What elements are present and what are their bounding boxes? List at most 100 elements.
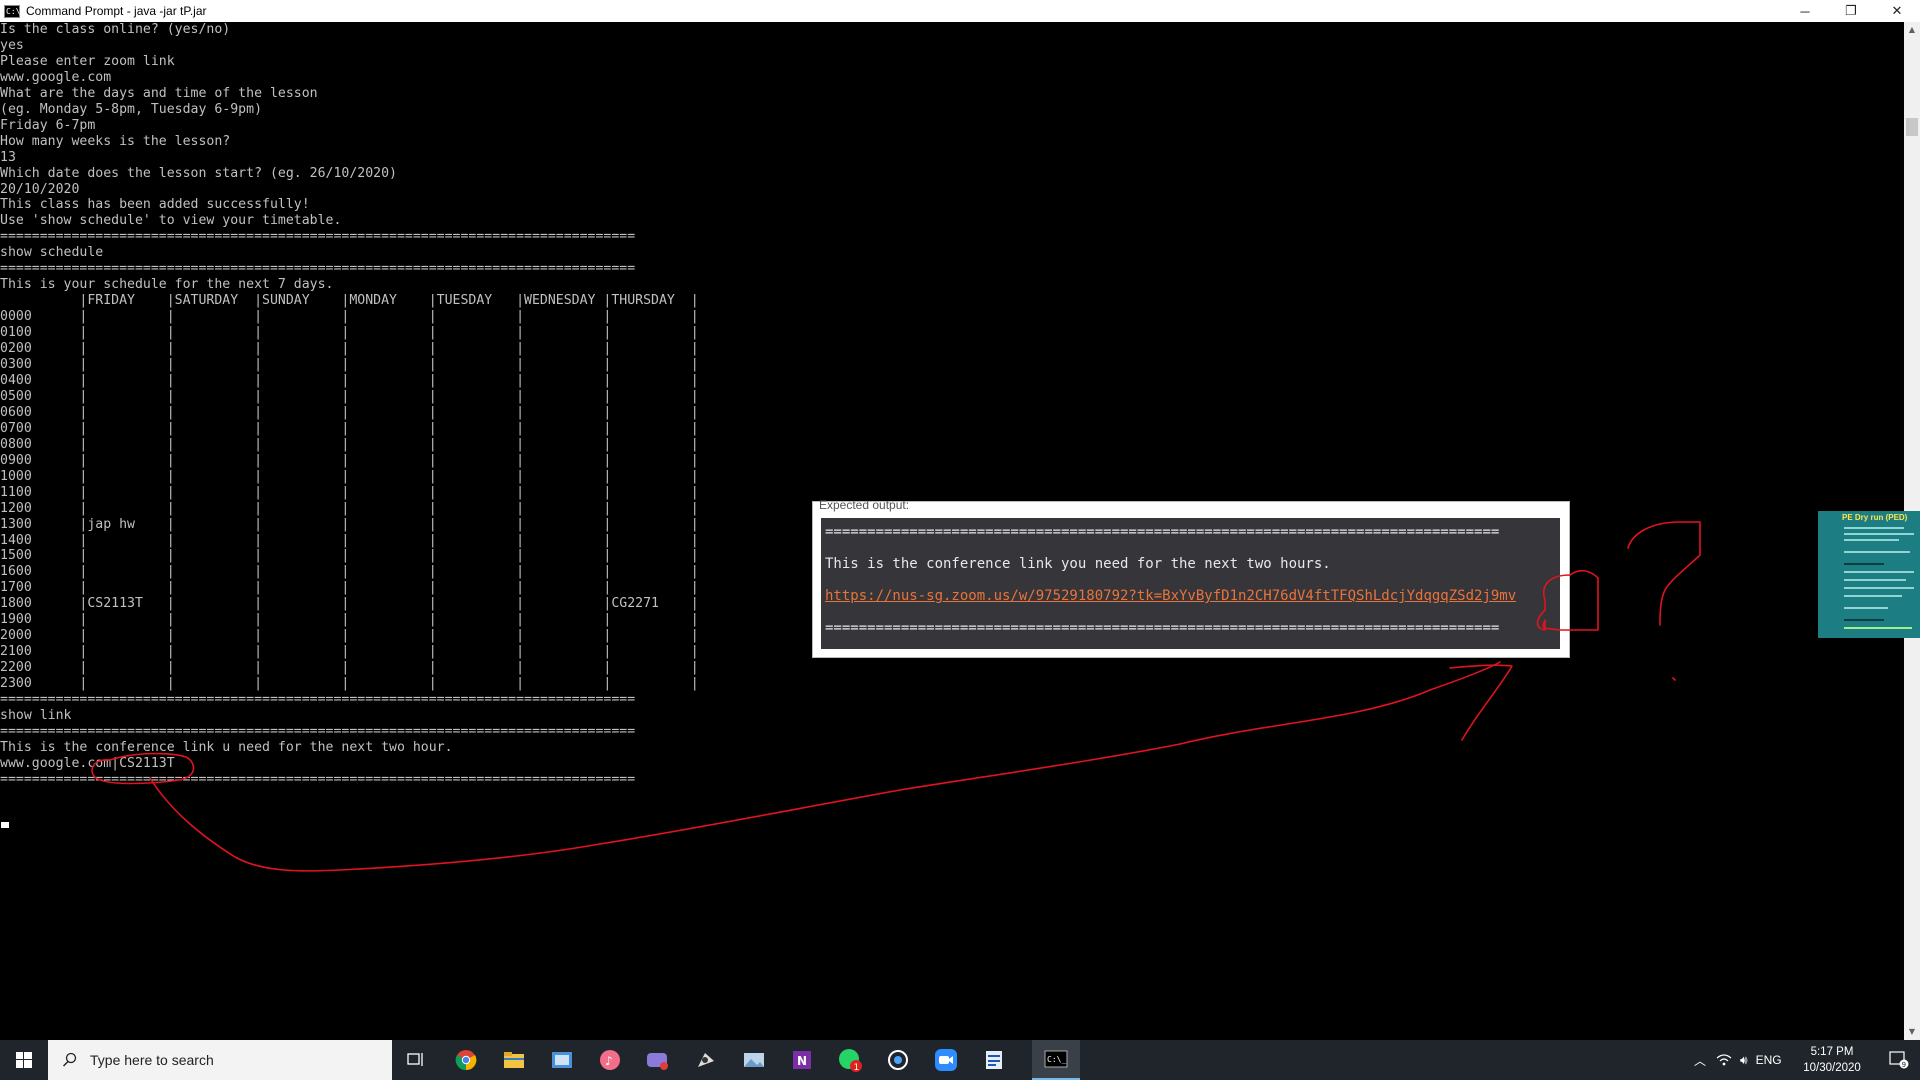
taskbar-command-prompt[interactable]: C:\_ xyxy=(1032,1040,1080,1080)
taskbar-game[interactable] xyxy=(634,1040,682,1080)
console-line: 0100 | | | | | | | | xyxy=(0,325,699,341)
console-line: 0700 | | | | | | | | xyxy=(0,420,699,436)
console-line: show schedule xyxy=(0,245,104,261)
terminal-icon: C:\_ xyxy=(1044,1050,1068,1068)
notification-icon: 9 xyxy=(1889,1051,1909,1069)
console-line: 1600 | | | | | | | | xyxy=(0,564,699,580)
console-line: (eg. Monday 5-8pm, Tuesday 6-9pm) xyxy=(0,101,263,117)
taskbar-onenote[interactable]: N xyxy=(778,1040,826,1080)
console-line: This class has been added successfully! xyxy=(0,197,310,213)
console-line: 2200 | | | | | | | | xyxy=(0,660,699,676)
console-line: 1900 | | | | | | | | xyxy=(0,612,699,628)
console-line: Friday 6-7pm xyxy=(0,117,96,133)
expected-zoom-link[interactable]: https://nus-sg.zoom.us/w/97529180792?tk=… xyxy=(825,588,1516,604)
volume-icon[interactable]: 🔊︎ xyxy=(1740,1053,1748,1068)
whatsapp-icon: 1 xyxy=(839,1049,862,1073)
console-line: ========================================… xyxy=(0,771,636,787)
console-line: show link xyxy=(0,707,72,723)
console-line: Which date does the lesson start? (eg. 2… xyxy=(0,165,397,181)
taskbar-outlook[interactable] xyxy=(538,1040,586,1080)
task-view-icon xyxy=(407,1053,423,1066)
console-line: 1100 | | | | | | | | xyxy=(0,484,699,500)
language-indicator[interactable]: ENG xyxy=(1756,1053,1782,1067)
console-line: 1300 |jap hw | | | | | | | xyxy=(0,516,699,532)
console-line: 0800 | | | | | | | | xyxy=(0,436,699,452)
taskbar-clock[interactable]: 5:17 PM 10/30/2020 xyxy=(1796,1044,1868,1076)
taskbar-zoom[interactable] xyxy=(922,1040,970,1080)
mail-app-icon xyxy=(552,1052,572,1068)
console-line: 0300 | | | | | | | | xyxy=(0,357,699,373)
taskbar-inkscape[interactable] xyxy=(682,1040,730,1080)
expected-output-screenshot: Expected output: =======================… xyxy=(812,498,1570,658)
window-title: Command Prompt - java -jar tP.jar xyxy=(26,4,207,18)
console-line: 1000 | | | | | | | | xyxy=(0,468,699,484)
scrollbar-thumb[interactable] xyxy=(1906,118,1918,136)
notification-center-button[interactable]: 9 xyxy=(1878,1040,1920,1080)
svg-text:N: N xyxy=(797,1054,807,1068)
svg-text:C:\_: C:\_ xyxy=(1047,1055,1066,1064)
console-line: yes xyxy=(0,37,24,53)
console-line: www.google.com xyxy=(0,69,112,85)
game-controller-icon xyxy=(647,1053,668,1070)
console-line: 1400 | | | | | | | | xyxy=(0,532,699,548)
wifi-icon[interactable] xyxy=(1716,1053,1732,1067)
windows-logo-icon xyxy=(16,1052,32,1068)
onenote-icon: N xyxy=(793,1051,811,1069)
console-line: 20/10/2020 xyxy=(0,181,80,197)
restore-button[interactable]: ❐ xyxy=(1828,0,1874,22)
document-editor-icon xyxy=(986,1051,1002,1069)
taskbar-notepad[interactable] xyxy=(970,1040,1018,1080)
chrome-icon xyxy=(455,1050,477,1071)
console-line: ========================================… xyxy=(0,261,636,277)
windows-taskbar: Type here to search ♪ N 1 C:\_ ︿ 🔊︎ ENG … xyxy=(0,1040,1920,1080)
console-line: This is your schedule for the next 7 day… xyxy=(0,277,334,293)
taskbar-search-box[interactable]: Type here to search xyxy=(48,1040,392,1080)
expected-rule-top: ========================================… xyxy=(825,524,1500,540)
thumbnail-title: PE Dry run (PED) xyxy=(1842,513,1908,522)
taskbar-chrome[interactable] xyxy=(442,1040,490,1080)
taskbar-file-explorer[interactable] xyxy=(490,1040,538,1080)
q-app-icon xyxy=(888,1050,908,1070)
console-line: 0200 | | | | | | | | xyxy=(0,341,699,357)
chevron-up-icon[interactable]: ︿ xyxy=(1694,1052,1706,1069)
console-cursor xyxy=(1,822,9,828)
console-line: ========================================… xyxy=(0,692,636,708)
console-line: 1500 | | | | | | | | xyxy=(0,548,699,564)
taskbar-itunes[interactable]: ♪ xyxy=(586,1040,634,1080)
taskbar-photos[interactable] xyxy=(730,1040,778,1080)
expected-message: This is the conference link you need for… xyxy=(825,556,1331,572)
console-line: 0600 | | | | | | | | xyxy=(0,404,699,420)
notification-count: 9 xyxy=(1902,1061,1906,1069)
console-line: 1800 |CS2113T | | | | | |CG2271 | xyxy=(0,596,699,612)
console-line: ========================================… xyxy=(0,723,636,739)
console-line: How many weeks is the lesson? xyxy=(0,133,231,149)
console-line: 2100 | | | | | | | | xyxy=(0,644,699,660)
search-placeholder: Type here to search xyxy=(90,1052,214,1068)
expected-output-label: Expected output: xyxy=(819,498,910,512)
minimize-button[interactable]: ─ xyxy=(1782,0,1828,22)
close-button[interactable]: ✕ xyxy=(1874,0,1920,22)
task-view-button[interactable] xyxy=(392,1040,440,1080)
console-line: 0000 | | | | | | | | xyxy=(0,309,699,325)
scroll-down-icon[interactable]: ▼ xyxy=(1904,1024,1920,1040)
console-line: Please enter zoom link xyxy=(0,53,175,69)
whatsapp-badge: 1 xyxy=(854,1063,860,1073)
search-icon xyxy=(63,1052,77,1067)
console-line: 0900 | | | | | | | | xyxy=(0,452,699,468)
console-line: 0500 | | | | | | | | xyxy=(0,388,699,404)
console-line: Is the class online? (yes/no) xyxy=(0,22,231,37)
taskbar-app-q[interactable] xyxy=(874,1040,922,1080)
taskbar-whatsapp[interactable]: 1 xyxy=(826,1040,874,1080)
clock-date: 10/30/2020 xyxy=(1803,1062,1861,1074)
slide-thumbnail[interactable]: PE Dry run (PED) xyxy=(1818,511,1920,638)
console-line: What are the days and time of the lesson xyxy=(0,85,318,101)
start-button[interactable] xyxy=(0,1040,48,1080)
scroll-up-icon[interactable]: ▲ xyxy=(1904,22,1920,38)
console-line: www.google.com|CS2113T xyxy=(0,755,175,771)
console-line: 13 xyxy=(0,149,16,165)
console-line: Use 'show schedule' to view your timetab… xyxy=(0,213,342,229)
zoom-icon xyxy=(935,1049,957,1071)
expected-output-box: ========================================… xyxy=(821,518,1560,649)
console-line: 1200 | | | | | | | | xyxy=(0,500,699,516)
window-titlebar[interactable]: C:\ Command Prompt - java -jar tP.jar ─ … xyxy=(0,0,1920,22)
